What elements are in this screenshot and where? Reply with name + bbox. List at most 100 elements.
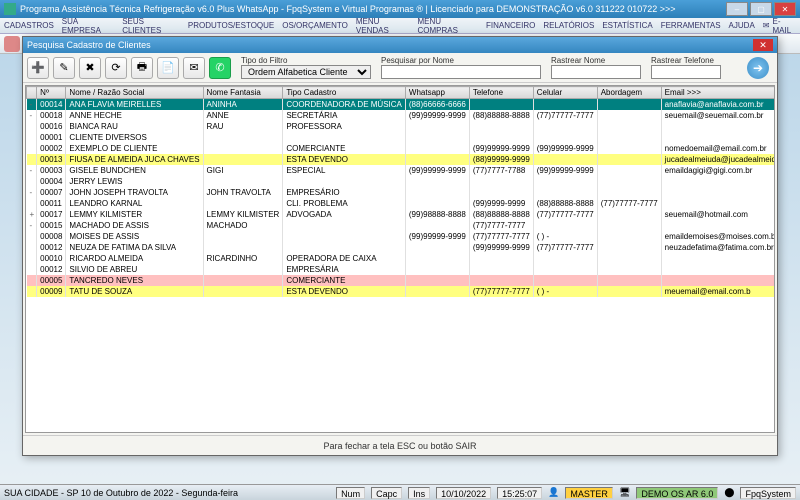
expand-toggle[interactable] bbox=[27, 143, 37, 154]
menu-ajuda[interactable]: AJUDA bbox=[729, 21, 755, 30]
filter-type-select[interactable]: Ordem Alfabetica Cliente bbox=[241, 65, 371, 79]
col-header[interactable]: Abordagem bbox=[597, 87, 661, 99]
cell: JERRY LEWIS bbox=[66, 176, 203, 187]
cell: LEMMY KILMISTER bbox=[203, 209, 283, 220]
maximize-button[interactable]: ▢ bbox=[750, 2, 772, 16]
menu-email[interactable]: ✉ E-MAIL bbox=[763, 17, 796, 35]
col-header[interactable]: Nome / Razão Social bbox=[66, 87, 203, 99]
menu-cadastros[interactable]: CADASTROS bbox=[4, 21, 54, 30]
expand-toggle[interactable] bbox=[27, 253, 37, 264]
col-header[interactable]: Nome Fantasia bbox=[203, 87, 283, 99]
mail-button[interactable]: ✉ bbox=[183, 57, 205, 79]
status-fpq[interactable]: FpqSystem bbox=[740, 487, 796, 499]
table-row[interactable]: -00003GISELE BUNDCHENGIGIESPECIAL(99)999… bbox=[27, 165, 776, 176]
print-button[interactable]: 🖶 bbox=[131, 57, 153, 79]
table-row[interactable]: -00007JOHN JOSEPH TRAVOLTAJOHN TRAVOLTAE… bbox=[27, 187, 776, 198]
table-row[interactable]: 00010RICARDO ALMEIDARICARDINHOOPERADORA … bbox=[27, 253, 776, 264]
table-row[interactable]: 00005TANCREDO NEVESCOMERCIANTE bbox=[27, 275, 776, 286]
export-button[interactable]: 📄 bbox=[157, 57, 179, 79]
track-name-group: Rastrear Nome bbox=[551, 56, 641, 79]
table-row[interactable]: 00013FIUSA DE ALMEIDA JUCA CHAVESESTA DE… bbox=[27, 154, 776, 165]
track-name-input[interactable] bbox=[551, 65, 641, 79]
cell: EMPRESÁRIO bbox=[283, 187, 406, 198]
menu-seus-clientes[interactable]: SEUS CLIENTES bbox=[122, 17, 180, 35]
track-name-label: Rastrear Nome bbox=[551, 56, 641, 65]
table-row[interactable]: 00009TATU DE SOUZAESTA DEVENDO(77)77777-… bbox=[27, 286, 776, 297]
table-row[interactable]: 00002EXEMPLO DE CLIENTECOMERCIANTE(99)99… bbox=[27, 143, 776, 154]
menu-produtos[interactable]: PRODUTOS/ESTOQUE bbox=[188, 21, 274, 30]
menu-financeiro[interactable]: FINANCEIRO bbox=[486, 21, 535, 30]
close-button[interactable]: ✕ bbox=[774, 2, 796, 16]
cell: ESPECIAL bbox=[283, 165, 406, 176]
track-phone-input[interactable] bbox=[651, 65, 721, 79]
col-header[interactable]: Telefone bbox=[469, 87, 533, 99]
expand-toggle[interactable]: - bbox=[27, 110, 37, 121]
col-header[interactable]: Celular bbox=[533, 87, 597, 99]
expand-toggle[interactable] bbox=[27, 264, 37, 275]
minimize-button[interactable]: – bbox=[726, 2, 748, 16]
whatsapp-button[interactable]: ✆ bbox=[209, 57, 231, 79]
expand-toggle[interactable] bbox=[27, 242, 37, 253]
table-row[interactable]: 00016BIANCA RAURAUPROFESSORA bbox=[27, 121, 776, 132]
menu-relatorios[interactable]: RELATÓRIOS bbox=[543, 21, 594, 30]
cell: 00008 bbox=[37, 231, 66, 242]
results-grid[interactable]: NºNome / Razão SocialNome FantasiaTipo C… bbox=[25, 85, 775, 433]
table-row[interactable]: 00012NEUZA DE FATIMA DA SILVA(99)99999-9… bbox=[27, 242, 776, 253]
cell: nomedoemail@email.com.br bbox=[661, 143, 775, 154]
expand-toggle[interactable] bbox=[27, 176, 37, 187]
cell: (88)88888-8888 bbox=[469, 209, 533, 220]
table-row[interactable]: 00008MOISES DE ASSIS(99)99999-9999(77)77… bbox=[27, 231, 776, 242]
menu-vendas[interactable]: MENU VENDAS bbox=[356, 17, 410, 35]
cell: 00004 bbox=[37, 176, 66, 187]
table-row[interactable]: 00004JERRY LEWIS bbox=[27, 176, 776, 187]
expand-toggle[interactable] bbox=[27, 198, 37, 209]
cell bbox=[405, 132, 469, 143]
col-header[interactable]: Nº bbox=[37, 87, 66, 99]
table-row[interactable]: +00017LEMMY KILMISTERLEMMY KILMISTERADVO… bbox=[27, 209, 776, 220]
cell bbox=[597, 143, 661, 154]
table-row[interactable]: -00015MACHADO DE ASSISMACHADO(77)7777-77… bbox=[27, 220, 776, 231]
col-header[interactable]: Tipo Cadastro bbox=[283, 87, 406, 99]
expand-toggle[interactable]: - bbox=[27, 220, 37, 231]
table-row[interactable]: 00012SILVIO DE ABREUEMPRESÁRIA bbox=[27, 264, 776, 275]
expand-toggle[interactable]: - bbox=[27, 165, 37, 176]
menu-ferramentas[interactable]: FERRAMENTAS bbox=[661, 21, 721, 30]
col-header[interactable]: Whatsapp bbox=[405, 87, 469, 99]
cell bbox=[597, 110, 661, 121]
cell: ANNE bbox=[203, 110, 283, 121]
expand-toggle[interactable]: - bbox=[27, 99, 37, 111]
menu-sua-empresa[interactable]: SUA EMPRESA bbox=[62, 17, 114, 35]
table-row[interactable]: -00014ANA FLAVIA MEIRELLESANINHACOORDENA… bbox=[27, 99, 776, 111]
cell bbox=[405, 198, 469, 209]
expand-toggle[interactable] bbox=[27, 286, 37, 297]
delete-button[interactable]: ✖ bbox=[79, 57, 101, 79]
search-name-input[interactable] bbox=[381, 65, 541, 79]
table-row[interactable]: -00018ANNE HECHEANNESECRETÁRIA(99)99999-… bbox=[27, 110, 776, 121]
cell: FIUSA DE ALMEIDA JUCA CHAVES bbox=[66, 154, 203, 165]
expand-toggle[interactable] bbox=[27, 121, 37, 132]
edit-button[interactable]: ✎ bbox=[53, 57, 75, 79]
cell: OPERADORA DE CAIXA bbox=[283, 253, 406, 264]
modal-close-button[interactable]: ✕ bbox=[753, 39, 773, 51]
toolbar-icon-0[interactable] bbox=[4, 36, 20, 52]
cell bbox=[661, 121, 775, 132]
expand-toggle[interactable] bbox=[27, 132, 37, 143]
search-go-button[interactable]: ➔ bbox=[747, 57, 769, 79]
menu-estatistica[interactable]: ESTATÍSTICA bbox=[602, 21, 652, 30]
refresh-button[interactable]: ⟳ bbox=[105, 57, 127, 79]
expand-toggle[interactable] bbox=[27, 154, 37, 165]
table-row[interactable]: 00011LEANDRO KARNALCLI. PROBLEMA(99)9999… bbox=[27, 198, 776, 209]
expand-toggle[interactable]: + bbox=[27, 209, 37, 220]
cell: (88)88888-8888 bbox=[533, 198, 597, 209]
expand-toggle[interactable]: - bbox=[27, 187, 37, 198]
col-header[interactable]: Email >>> bbox=[661, 87, 775, 99]
table-row[interactable]: 00001CLIENTE DIVERSOS bbox=[27, 132, 776, 143]
menu-compras[interactable]: MENU COMPRAS bbox=[417, 17, 478, 35]
expand-toggle[interactable] bbox=[27, 275, 37, 286]
new-button[interactable]: ➕ bbox=[27, 57, 49, 79]
menu-os[interactable]: OS/ORÇAMENTO bbox=[282, 21, 348, 30]
cell: LEANDRO KARNAL bbox=[66, 198, 203, 209]
expand-toggle[interactable] bbox=[27, 231, 37, 242]
cell bbox=[203, 198, 283, 209]
cell: (77)77777-7777 bbox=[469, 286, 533, 297]
